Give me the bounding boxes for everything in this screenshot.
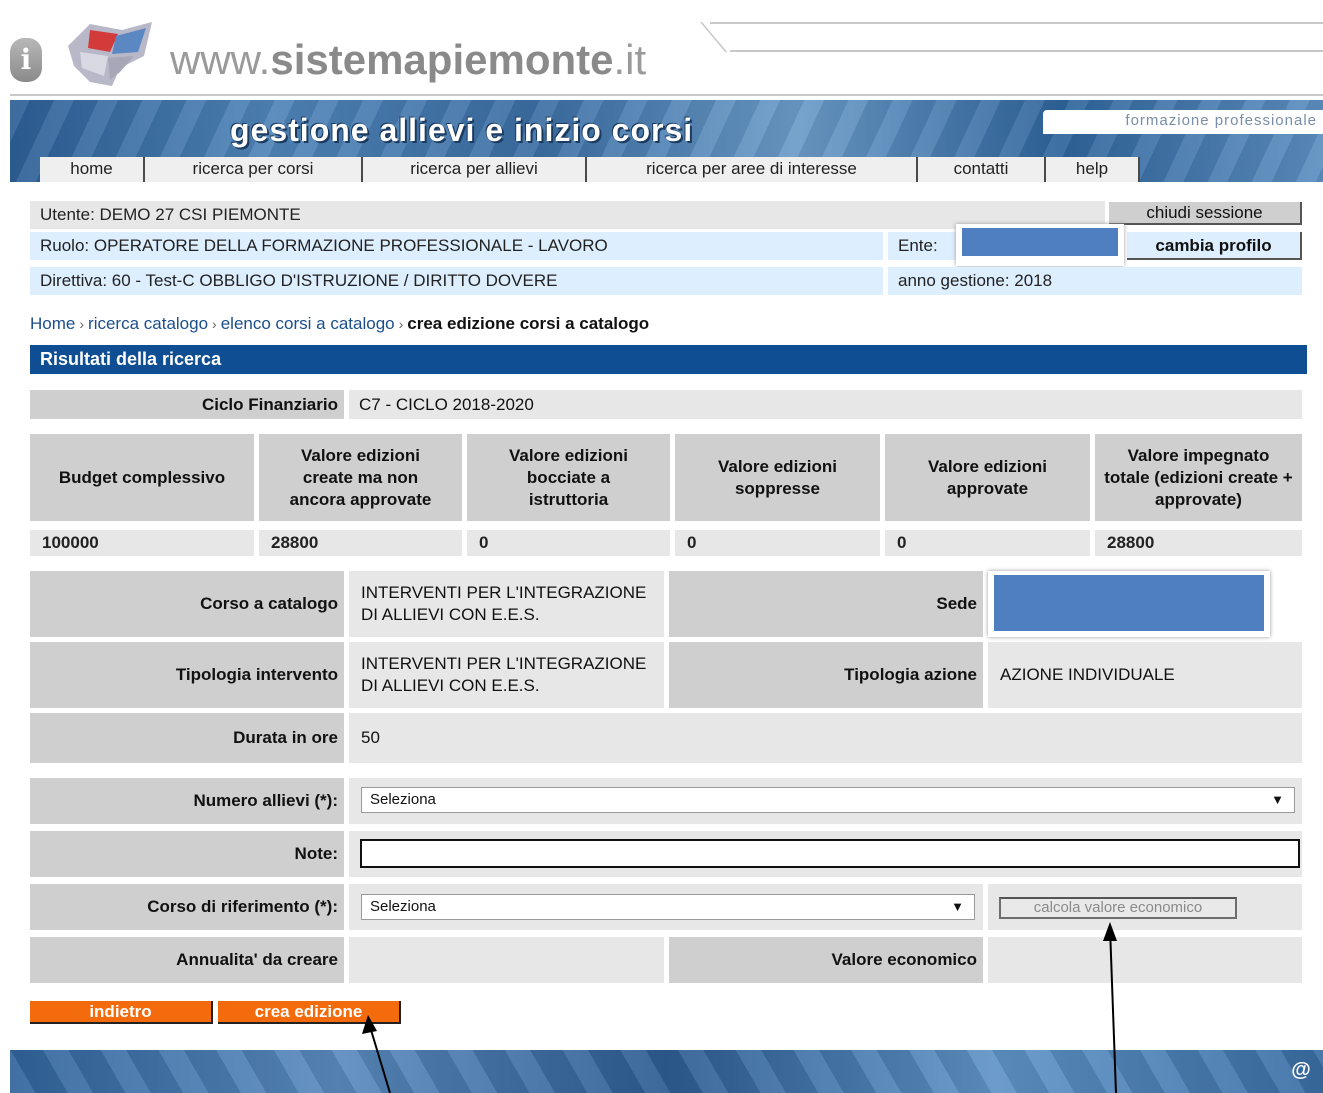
site-domain-bold: sistemapiemonte	[270, 36, 614, 83]
budget-header: Budget complessivo	[30, 434, 254, 521]
breadcrumb-elenco-corsi[interactable]: elenco corsi a catalogo	[221, 314, 395, 333]
back-button[interactable]: indietro	[30, 1001, 213, 1024]
durata-value: 50	[349, 713, 1302, 763]
banner-divider	[730, 50, 1323, 52]
nav-help[interactable]: help	[1046, 157, 1140, 182]
corso-riferimento-select[interactable]: Seleziona ▼	[361, 894, 975, 920]
budget-header: Valore edizioni create ma non ancora app…	[259, 434, 462, 521]
app-title: gestione allievi e inizio corsi	[230, 112, 694, 148]
breadcrumb-ricerca-catalogo[interactable]: ricerca catalogo	[88, 314, 208, 333]
breadcrumb-current: crea edizione corsi a catalogo	[407, 314, 650, 333]
tipologia-azione-value: AZIONE INDIVIDUALE	[988, 642, 1302, 708]
logout-button[interactable]: chiudi sessione	[1109, 202, 1302, 225]
breadcrumb-separator: ›	[398, 316, 404, 332]
section-title: Risultati della ricerca	[30, 345, 1307, 374]
nav-ricerca-aree[interactable]: ricerca per aree di interesse	[587, 157, 918, 182]
redacted-block	[988, 571, 1270, 637]
footer-background	[10, 1050, 1323, 1093]
note-label: Note:	[30, 831, 344, 877]
redacted-block	[956, 224, 1124, 266]
redaction-fill	[994, 575, 1264, 631]
valore-economico-value	[988, 937, 1302, 983]
corso-label: Corso a catalogo	[30, 571, 344, 637]
create-edition-button[interactable]: crea edizione	[218, 1001, 401, 1024]
sede-value	[988, 571, 1302, 637]
footer: @	[10, 1050, 1323, 1093]
email-icon[interactable]: @	[1289, 1058, 1313, 1082]
redaction-fill	[962, 228, 1118, 256]
breadcrumb-separator: ›	[212, 316, 217, 332]
valore-economico-label: Valore economico	[669, 937, 983, 983]
info-icon[interactable]: i	[10, 38, 42, 82]
site-domain-suffix: .it	[613, 36, 647, 83]
annualita-label: Annualita' da creare	[30, 937, 344, 983]
corso-value: INTERVENTI PER L'INTEGRAZIONE DI ALLIEVI…	[349, 571, 664, 637]
dropdown-arrow-icon: ▼	[951, 899, 964, 914]
app-header: gestione allievi e inizio corsi formazio…	[10, 100, 1323, 182]
calculate-value-button[interactable]: calcola valore economico	[999, 897, 1237, 919]
note-input[interactable]	[360, 839, 1300, 868]
corso-riferimento-label: Corso di riferimento (*):	[30, 884, 344, 930]
nav-ricerca-allievi[interactable]: ricerca per allievi	[363, 157, 587, 182]
durata-label: Durata in ore	[30, 713, 344, 763]
budget-value: 0	[675, 530, 880, 556]
area-label: formazione professionale	[1043, 110, 1323, 134]
tipologia-azione-label: Tipologia azione	[669, 642, 983, 708]
dropdown-arrow-icon: ▼	[1271, 792, 1284, 807]
select-value: Seleziona	[370, 898, 436, 915]
budget-header: Valore edizioni soppresse	[675, 434, 880, 521]
change-profile-button[interactable]: cambia profilo	[1127, 232, 1302, 260]
budget-header: Valore edizioni approvate	[885, 434, 1090, 521]
budget-value: 100000	[30, 530, 254, 556]
numero-allievi-select[interactable]: Seleziona ▼	[361, 787, 1295, 813]
select-value: Seleziona	[370, 791, 436, 808]
tipologia-intervento-value: INTERVENTI PER L'INTEGRAZIONE DI ALLIEVI…	[349, 642, 664, 708]
ciclo-value: C7 - CICLO 2018-2020	[349, 390, 1302, 419]
nav-ricerca-corsi[interactable]: ricerca per corsi	[145, 157, 363, 182]
sede-label: Sede	[669, 571, 983, 637]
user-name: Utente: DEMO 27 CSI PIEMONTE	[30, 201, 1105, 229]
budget-header: Valore edizioni bocciate a istruttoria	[467, 434, 670, 521]
budget-value: 28800	[1095, 530, 1302, 556]
management-year: anno gestione: 2018	[888, 267, 1302, 295]
site-domain-prefix: www.	[170, 36, 271, 83]
tipologia-intervento-label: Tipologia intervento	[30, 642, 344, 708]
site-banner: i www.sistemapiemonte.it	[10, 10, 1323, 98]
budget-value: 28800	[259, 530, 462, 556]
budget-header: Valore impegnato totale (edizioni create…	[1095, 434, 1302, 521]
main-nav: home ricerca per corsi ricerca per allie…	[40, 157, 1140, 182]
breadcrumb: Home › ricerca catalogo › elenco corsi a cat…	[30, 314, 649, 334]
banner-divider	[10, 94, 1323, 96]
piemonte-logo-icon	[68, 22, 152, 86]
breadcrumb-home[interactable]: Home	[30, 314, 75, 333]
site-name[interactable]: www.sistemapiemonte.it	[170, 36, 646, 84]
banner-divider	[710, 22, 1323, 24]
budget-value: 0	[885, 530, 1090, 556]
budget-value: 0	[467, 530, 670, 556]
nav-home[interactable]: home	[40, 157, 145, 182]
breadcrumb-separator: ›	[79, 316, 85, 332]
ciclo-label: Ciclo Finanziario	[30, 390, 344, 419]
user-directive: Direttiva: 60 - Test-C OBBLIGO D'ISTRUZI…	[30, 267, 883, 295]
numero-allievi-label: Numero allievi (*):	[30, 778, 344, 824]
user-role: Ruolo: OPERATORE DELLA FORMAZIONE PROFES…	[30, 232, 883, 260]
banner-divider	[700, 22, 766, 52]
annualita-value	[349, 937, 664, 983]
nav-contatti[interactable]: contatti	[918, 157, 1046, 182]
